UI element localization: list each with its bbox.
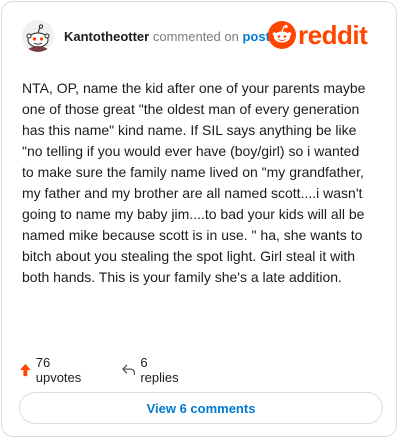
username-link[interactable]: Kantotheotter	[64, 29, 149, 44]
comment-byline: Kantotheotter commented on post	[64, 29, 270, 44]
replies-button[interactable]: 6 replies	[122, 355, 181, 385]
upvote-button[interactable]: 76 upvotes	[20, 355, 85, 385]
reddit-snoo-icon	[268, 21, 296, 49]
view-comments-button[interactable]: View 6 comments	[19, 392, 383, 424]
comment-body: NTA, OP, name the kid after one of your …	[22, 80, 366, 285]
snoo-avatar-icon	[22, 20, 54, 52]
user-avatar[interactable]	[22, 20, 54, 52]
reply-count: 6 replies	[140, 355, 179, 385]
post-link[interactable]: post	[242, 29, 269, 44]
upvote-arrow-icon	[20, 363, 31, 377]
comment-header: Kantotheotter commented on post reddit	[22, 20, 380, 54]
reddit-logo[interactable]: reddit	[268, 20, 380, 51]
comment-card: Kantotheotter commented on post reddit N…	[1, 1, 397, 437]
upvote-count: 76 upvotes	[35, 355, 82, 385]
action-text: commented on	[152, 29, 239, 44]
reddit-wordmark: reddit	[298, 20, 368, 50]
reply-arrow-icon	[122, 364, 136, 376]
